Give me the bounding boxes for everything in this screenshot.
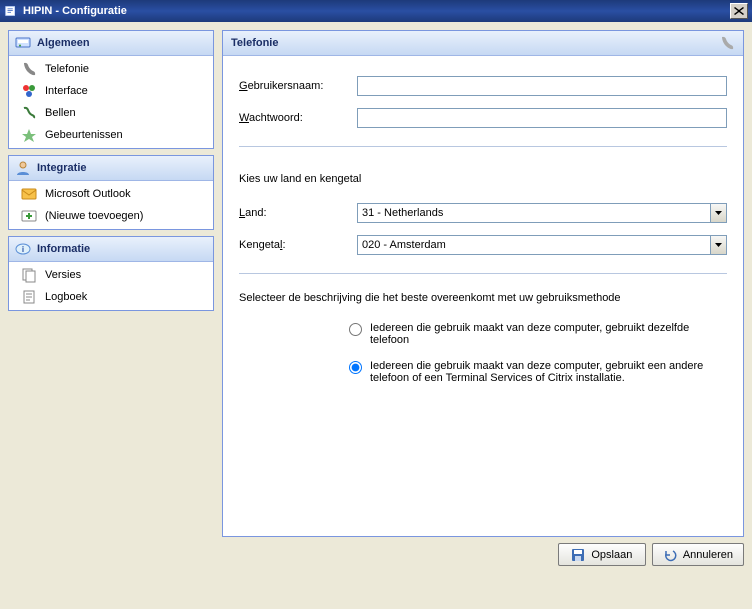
row-password: Wachtwoord: <box>239 108 727 128</box>
app-icon <box>4 4 18 18</box>
group-header: Algemeen <box>9 31 213 56</box>
sidebar-item-logboek[interactable]: Logboek <box>9 286 213 308</box>
row-country: Land: 31 - Netherlands <box>239 203 727 223</box>
save-button[interactable]: Opslaan <box>558 543 646 566</box>
radio-option-1[interactable]: Iedereen die gebruik maakt van deze comp… <box>349 322 727 346</box>
row-username: Gebruikersnaam: <box>239 76 727 96</box>
areacode-select[interactable]: 020 - Amsterdam <box>357 235 727 255</box>
events-icon <box>21 127 37 143</box>
country-value: 31 - Netherlands <box>362 207 443 219</box>
item-label: Logboek <box>45 291 87 303</box>
areacode-value: 020 - Amsterdam <box>362 239 446 251</box>
username-label: Gebruikersnaam: <box>239 80 349 92</box>
sidebar-group-integratie: Integratie Microsoft Outlook (Nieuwe toe… <box>8 155 214 230</box>
sidebar-item-nieuwe-toevoegen[interactable]: (Nieuwe toevoegen) <box>9 205 213 227</box>
titlebar: HIPIN - Configuratie <box>0 0 752 22</box>
group-title: Algemeen <box>37 37 90 49</box>
close-button[interactable] <box>730 3 748 19</box>
radio-input-1[interactable] <box>349 323 362 336</box>
chevron-down-icon <box>710 236 726 254</box>
phone-icon <box>719 35 735 51</box>
save-label: Opslaan <box>591 549 632 561</box>
item-label: Gebeurtenissen <box>45 129 123 141</box>
button-row: Opslaan Annuleren <box>222 537 744 566</box>
country-section-title: Kies uw land en kengetal <box>239 173 727 185</box>
client-area: Algemeen Telefonie Interface <box>0 22 752 574</box>
row-areacode: Kengetal: 020 - Amsterdam <box>239 235 727 255</box>
group-title: Integratie <box>37 162 87 174</box>
item-label: (Nieuwe toevoegen) <box>45 210 143 222</box>
item-label: Telefonie <box>45 63 89 75</box>
main: Telefonie Gebruikersnaam: Wachtwoord: Ki… <box>222 30 744 566</box>
country-label: Land: <box>239 207 349 219</box>
user-icon <box>15 160 31 176</box>
sidebar: Algemeen Telefonie Interface <box>8 30 214 566</box>
radio-label-1: Iedereen die gebruik maakt van deze comp… <box>370 322 727 346</box>
log-icon <box>21 289 37 305</box>
sidebar-item-interface[interactable]: Interface <box>9 80 213 102</box>
separator <box>239 146 727 147</box>
main-title: Telefonie <box>231 37 278 49</box>
separator <box>239 273 727 274</box>
password-input[interactable] <box>357 108 727 128</box>
cancel-label: Annuleren <box>683 549 733 561</box>
dial-icon <box>21 105 37 121</box>
form: Gebruikersnaam: Wachtwoord: Kies uw land… <box>223 56 743 394</box>
sidebar-group-algemeen: Algemeen Telefonie Interface <box>8 30 214 149</box>
item-label: Versies <box>45 269 81 281</box>
username-input[interactable] <box>357 76 727 96</box>
item-label: Bellen <box>45 107 76 119</box>
palette-icon <box>21 83 37 99</box>
radio-section-title: Selecteer de beschrijving die het beste … <box>239 292 727 304</box>
outlook-icon <box>21 186 37 202</box>
item-label: Microsoft Outlook <box>45 188 131 200</box>
main-header: Telefonie <box>223 31 743 56</box>
sidebar-item-versies[interactable]: Versies <box>9 264 213 286</box>
main-panel: Telefonie Gebruikersnaam: Wachtwoord: Ki… <box>222 30 744 537</box>
phone-icon <box>21 61 37 77</box>
sidebar-item-outlook[interactable]: Microsoft Outlook <box>9 183 213 205</box>
sidebar-item-telefonie[interactable]: Telefonie <box>9 58 213 80</box>
svg-text:i: i <box>22 245 24 254</box>
sidebar-item-gebeurtenissen[interactable]: Gebeurtenissen <box>9 124 213 146</box>
country-select[interactable]: 31 - Netherlands <box>357 203 727 223</box>
group-header: Integratie <box>9 156 213 181</box>
radio-label-2: Iedereen die gebruik maakt van deze comp… <box>370 360 727 384</box>
versions-icon <box>21 267 37 283</box>
group-title: Informatie <box>37 243 90 255</box>
password-label: Wachtwoord: <box>239 112 349 124</box>
item-label: Interface <box>45 85 88 97</box>
radio-group: Iedereen die gebruik maakt van deze comp… <box>349 322 727 384</box>
chevron-down-icon <box>710 204 726 222</box>
sidebar-item-bellen[interactable]: Bellen <box>9 102 213 124</box>
group-header: i Informatie <box>9 237 213 262</box>
sidebar-group-informatie: i Informatie Versies Logboek <box>8 236 214 311</box>
cancel-button[interactable]: Annuleren <box>652 543 744 566</box>
save-icon <box>571 548 585 562</box>
disk-icon <box>15 35 31 51</box>
window-title: HIPIN - Configuratie <box>23 5 730 17</box>
radio-option-2[interactable]: Iedereen die gebruik maakt van deze comp… <box>349 360 727 384</box>
areacode-label: Kengetal: <box>239 239 349 251</box>
add-icon <box>21 208 37 224</box>
info-icon: i <box>15 241 31 257</box>
undo-icon <box>663 548 677 562</box>
radio-input-2[interactable] <box>349 361 362 374</box>
